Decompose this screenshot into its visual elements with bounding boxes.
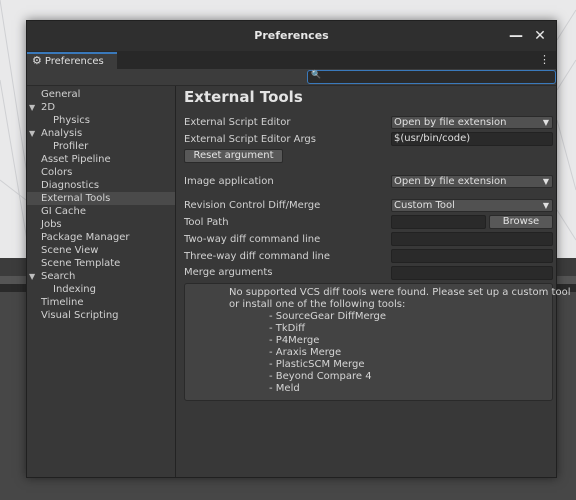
sidebar-item-search[interactable]: ▼ Search	[27, 270, 175, 283]
sidebar-item-label: Indexing	[53, 284, 96, 295]
sidebar-item-label: Scene Template	[41, 258, 121, 269]
help-box: No supported VCS diff tools were found. …	[184, 283, 571, 401]
gear-icon: ⚙	[32, 54, 42, 67]
window-titlebar: Preferences — ✕	[27, 21, 556, 51]
tool-list-item: - SourceGear DiffMerge	[269, 311, 387, 322]
revision-control-dropdown[interactable]: Custom Tool ▼	[391, 199, 553, 212]
tool-list-item: - TkDiff	[269, 323, 306, 334]
sidebar-item-external-tools[interactable]: External Tools	[27, 192, 175, 205]
expand-arrow-icon[interactable]: ▼	[29, 127, 35, 140]
sidebar-item-label: GI Cache	[41, 206, 86, 217]
revision-control-value: Custom Tool	[394, 200, 455, 211]
sidebar-item-jobs[interactable]: Jobs	[27, 218, 175, 231]
sidebar-item-label: Analysis	[41, 128, 83, 139]
tool-path-label: Tool Path	[184, 217, 229, 228]
tab-bar: ⚙ Preferences ⋮	[27, 51, 556, 69]
two-way-diff-label: Two-way diff command line	[184, 234, 321, 245]
page-title: External Tools	[184, 88, 303, 106]
preferences-window: Preferences — ✕ ⚙ Preferences ⋮ 🔍 General…	[26, 20, 571, 478]
sidebar-item-profiler[interactable]: Profiler	[27, 140, 175, 153]
sidebar-item-visual-scripting[interactable]: Visual Scripting	[27, 309, 175, 322]
sidebar-item-label: Jobs	[41, 219, 62, 230]
sidebar-item-label: General	[41, 89, 81, 100]
image-application-value: Open by file extension	[394, 176, 507, 187]
search-icon: 🔍	[311, 70, 321, 79]
merge-arguments-field[interactable]	[391, 266, 553, 280]
sidebar: General ▼ 2D Physics ▼ Analysis Profiler A…	[27, 86, 176, 477]
sidebar-item-asset-pipeline[interactable]: Asset Pipeline	[27, 153, 175, 166]
sidebar-item-diagnostics[interactable]: Diagnostics	[27, 179, 175, 192]
tool-list-item: - P4Merge	[269, 335, 320, 346]
sidebar-item-label: Colors	[41, 167, 73, 178]
sidebar-item-general[interactable]: General	[27, 88, 175, 101]
three-way-diff-label: Three-way diff command line	[184, 251, 330, 262]
sidebar-item-timeline[interactable]: Timeline	[27, 296, 175, 309]
revision-control-label: Revision Control Diff/Merge	[184, 200, 321, 211]
search-row: 🔍	[27, 69, 556, 86]
sidebar-item-colors[interactable]: Colors	[27, 166, 175, 179]
help-text-line: or install one of the following tools:	[229, 299, 406, 310]
tool-list-item: - PlasticSCM Merge	[269, 359, 365, 370]
tab-preferences[interactable]: ⚙ Preferences	[27, 52, 117, 69]
window-title: Preferences	[254, 29, 329, 42]
expand-arrow-icon[interactable]: ▼	[29, 270, 35, 283]
help-text-line: No supported VCS diff tools were found. …	[229, 287, 571, 298]
tool-path-field[interactable]	[391, 215, 486, 229]
sidebar-item-physics[interactable]: Physics	[27, 114, 175, 127]
chevron-down-icon: ▼	[542, 118, 549, 127]
minimize-button[interactable]: —	[504, 21, 528, 51]
sidebar-item-label: Asset Pipeline	[41, 154, 111, 165]
sidebar-item-label: Diagnostics	[41, 180, 100, 191]
script-editor-label: External Script Editor	[184, 117, 291, 128]
sidebar-item-label: Package Manager	[41, 232, 130, 243]
sidebar-item-label: Scene View	[41, 245, 99, 256]
sidebar-item-gi-cache[interactable]: GI Cache	[27, 205, 175, 218]
sidebar-item-label: Timeline	[41, 297, 84, 308]
sidebar-item-label: Profiler	[53, 141, 89, 152]
merge-arguments-label: Merge arguments	[184, 267, 273, 278]
tool-list-item: - Araxis Merge	[269, 347, 342, 358]
sidebar-item-label: Visual Scripting	[41, 310, 119, 321]
script-editor-dropdown[interactable]: Open by file extension ▼	[391, 116, 553, 129]
reset-argument-button[interactable]: Reset argument	[184, 149, 283, 163]
sidebar-item-scene-view[interactable]: Scene View	[27, 244, 175, 257]
sidebar-item-package-manager[interactable]: Package Manager	[27, 231, 175, 244]
chevron-down-icon: ▼	[542, 201, 549, 210]
sidebar-item-label: External Tools	[41, 193, 111, 204]
script-editor-value: Open by file extension	[394, 117, 507, 128]
two-way-diff-field[interactable]	[391, 232, 553, 246]
image-application-dropdown[interactable]: Open by file extension ▼	[391, 175, 553, 188]
image-application-label: Image application	[184, 176, 274, 187]
sidebar-item-indexing[interactable]: Indexing	[27, 283, 175, 296]
chevron-down-icon: ▼	[542, 177, 549, 186]
tool-list-item: - Meld	[269, 383, 300, 394]
main-content: External Tools External Script Editor Op…	[176, 86, 571, 477]
sidebar-item-analysis[interactable]: ▼ Analysis	[27, 127, 175, 140]
more-options-icon[interactable]: ⋮	[539, 51, 550, 69]
close-button[interactable]: ✕	[528, 21, 552, 51]
sidebar-item-scene-template[interactable]: Scene Template	[27, 257, 175, 270]
three-way-diff-field[interactable]	[391, 249, 553, 263]
script-editor-args-label: External Script Editor Args	[184, 134, 316, 145]
tool-list-item: - Beyond Compare 4	[269, 371, 372, 382]
tab-label: Preferences	[44, 56, 104, 67]
browse-button[interactable]: Browse	[489, 215, 553, 229]
sidebar-item-label: Physics	[53, 115, 90, 126]
script-editor-args-field[interactable]: $(usr/bin/code)	[391, 132, 553, 146]
expand-arrow-icon[interactable]: ▼	[29, 101, 35, 114]
sidebar-item-2d[interactable]: ▼ 2D	[27, 101, 175, 114]
search-input[interactable]: 🔍	[307, 70, 556, 84]
